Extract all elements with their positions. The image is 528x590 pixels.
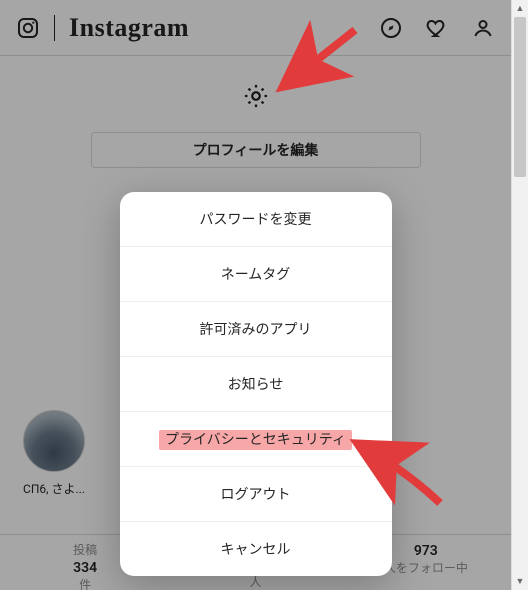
sheet-option-3[interactable]: お知らせ	[120, 356, 392, 411]
scroll-up-button[interactable]: ▲	[512, 0, 528, 17]
browser-scrollbar[interactable]: ▲ ▼	[511, 0, 528, 590]
sheet-option-label: お知らせ	[228, 377, 284, 393]
sheet-option-label: 許可済みのアプリ	[200, 322, 312, 338]
settings-action-sheet: パスワードを変更ネームタグ許可済みのアプリお知らせプライバシーとセキュリティログ…	[120, 192, 392, 576]
scroll-track[interactable]	[512, 17, 528, 573]
sheet-option-2[interactable]: 許可済みのアプリ	[120, 301, 392, 356]
sheet-option-label: ネームタグ	[221, 267, 291, 283]
scroll-down-button[interactable]: ▼	[512, 573, 528, 590]
sheet-option-5[interactable]: ログアウト	[120, 466, 392, 521]
sheet-option-4[interactable]: プライバシーとセキュリティ	[120, 411, 392, 466]
sheet-option-6[interactable]: キャンセル	[120, 521, 392, 576]
sheet-option-1[interactable]: ネームタグ	[120, 246, 392, 301]
sheet-option-label: ログアウト	[221, 487, 291, 503]
sheet-option-label: パスワードを変更	[200, 212, 312, 228]
sheet-option-label: プライバシーとセキュリティ	[159, 430, 352, 450]
scroll-thumb[interactable]	[514, 17, 526, 177]
page-viewport: Instagram	[0, 0, 511, 590]
sheet-option-label: キャンセル	[221, 542, 291, 558]
sheet-option-0[interactable]: パスワードを変更	[120, 192, 392, 246]
